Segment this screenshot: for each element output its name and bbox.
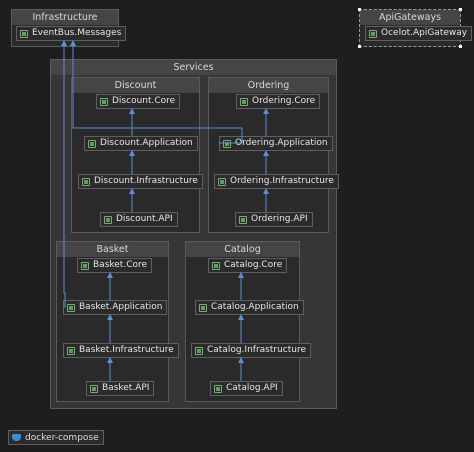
group-title: Catalog [186,242,299,257]
node-ordering-infrastructure[interactable]: Ordering.Infrastructure [214,174,339,189]
node-ordering-application[interactable]: Ordering.Application [219,136,333,151]
node-label: Ocelot.ApiGateway [381,28,468,38]
node-label: Ordering.Infrastructure [230,176,334,186]
project-icon [218,177,226,186]
node-label: Ordering.API [251,214,308,224]
group-title: Basket [57,242,168,257]
node-label: Catalog.API [226,383,278,393]
node-catalog-infrastructure[interactable]: Catalog.Infrastructure [191,343,312,358]
project-icon [90,384,98,393]
project-icon [195,346,203,355]
project-icon [100,97,108,106]
group-title: Services [51,60,336,75]
node-catalog-core[interactable]: Catalog.Core [208,258,288,273]
node-label: Catalog.Core [224,260,283,270]
project-icon [240,97,248,106]
node-label: Basket.Application [79,302,163,312]
project-icon [212,261,220,270]
node-label: Discount.Core [112,96,176,106]
project-icon [67,303,75,312]
node-basket-api[interactable]: Basket.API [86,381,155,396]
node-label: Catalog.Application [211,302,299,312]
project-icon [239,215,247,224]
node-label: Discount.API [116,214,173,224]
docker-compose-label: docker-compose [25,432,99,443]
selection-handle[interactable] [358,8,361,11]
project-icon [104,215,112,224]
node-label: Ordering.Core [252,96,316,106]
selection-handle[interactable] [459,45,462,48]
project-icon [223,139,231,148]
node-label: Discount.Infrastructure [94,176,198,186]
node-discount-infrastructure[interactable]: Discount.Infrastructure [78,174,203,189]
selection-handle[interactable] [459,8,462,11]
node-label: EventBus.Messages [32,28,122,38]
selection-handle[interactable] [358,45,361,48]
node-label: Ordering.Application [235,138,328,148]
node-ocelot-apigateway[interactable]: Ocelot.ApiGateway [365,26,473,41]
node-label: Discount.Application [100,138,193,148]
node-label: Basket.Core [93,260,148,270]
node-ordering-core[interactable]: Ordering.Core [236,94,321,109]
node-discount-api[interactable]: Discount.API [100,212,178,227]
node-ordering-api[interactable]: Ordering.API [235,212,313,227]
node-label: Basket.API [102,383,150,393]
docker-icon [12,434,21,441]
node-basket-infrastructure[interactable]: Basket.Infrastructure [63,343,179,358]
project-icon [369,29,377,38]
docker-compose-node[interactable]: docker-compose [8,430,104,445]
project-icon [199,303,207,312]
project-icon [82,177,90,186]
project-icon [67,346,75,355]
project-icon [88,139,96,148]
node-basket-application[interactable]: Basket.Application [63,300,168,315]
project-icon [81,261,89,270]
group-title: Discount [72,78,199,93]
node-eventbus-messages[interactable]: EventBus.Messages [16,26,127,41]
node-label: Catalog.Infrastructure [207,345,307,355]
node-basket-core[interactable]: Basket.Core [77,258,153,273]
group-title: Ordering [209,78,328,93]
node-catalog-api[interactable]: Catalog.API [210,381,283,396]
node-label: Basket.Infrastructure [79,345,174,355]
node-discount-application[interactable]: Discount.Application [84,136,198,151]
project-icon [20,29,28,38]
project-icon [214,384,222,393]
node-discount-core[interactable]: Discount.Core [96,94,181,109]
node-catalog-application[interactable]: Catalog.Application [195,300,304,315]
group-title: Infrastructure [12,10,118,25]
group-title: ApiGateways [360,10,460,25]
